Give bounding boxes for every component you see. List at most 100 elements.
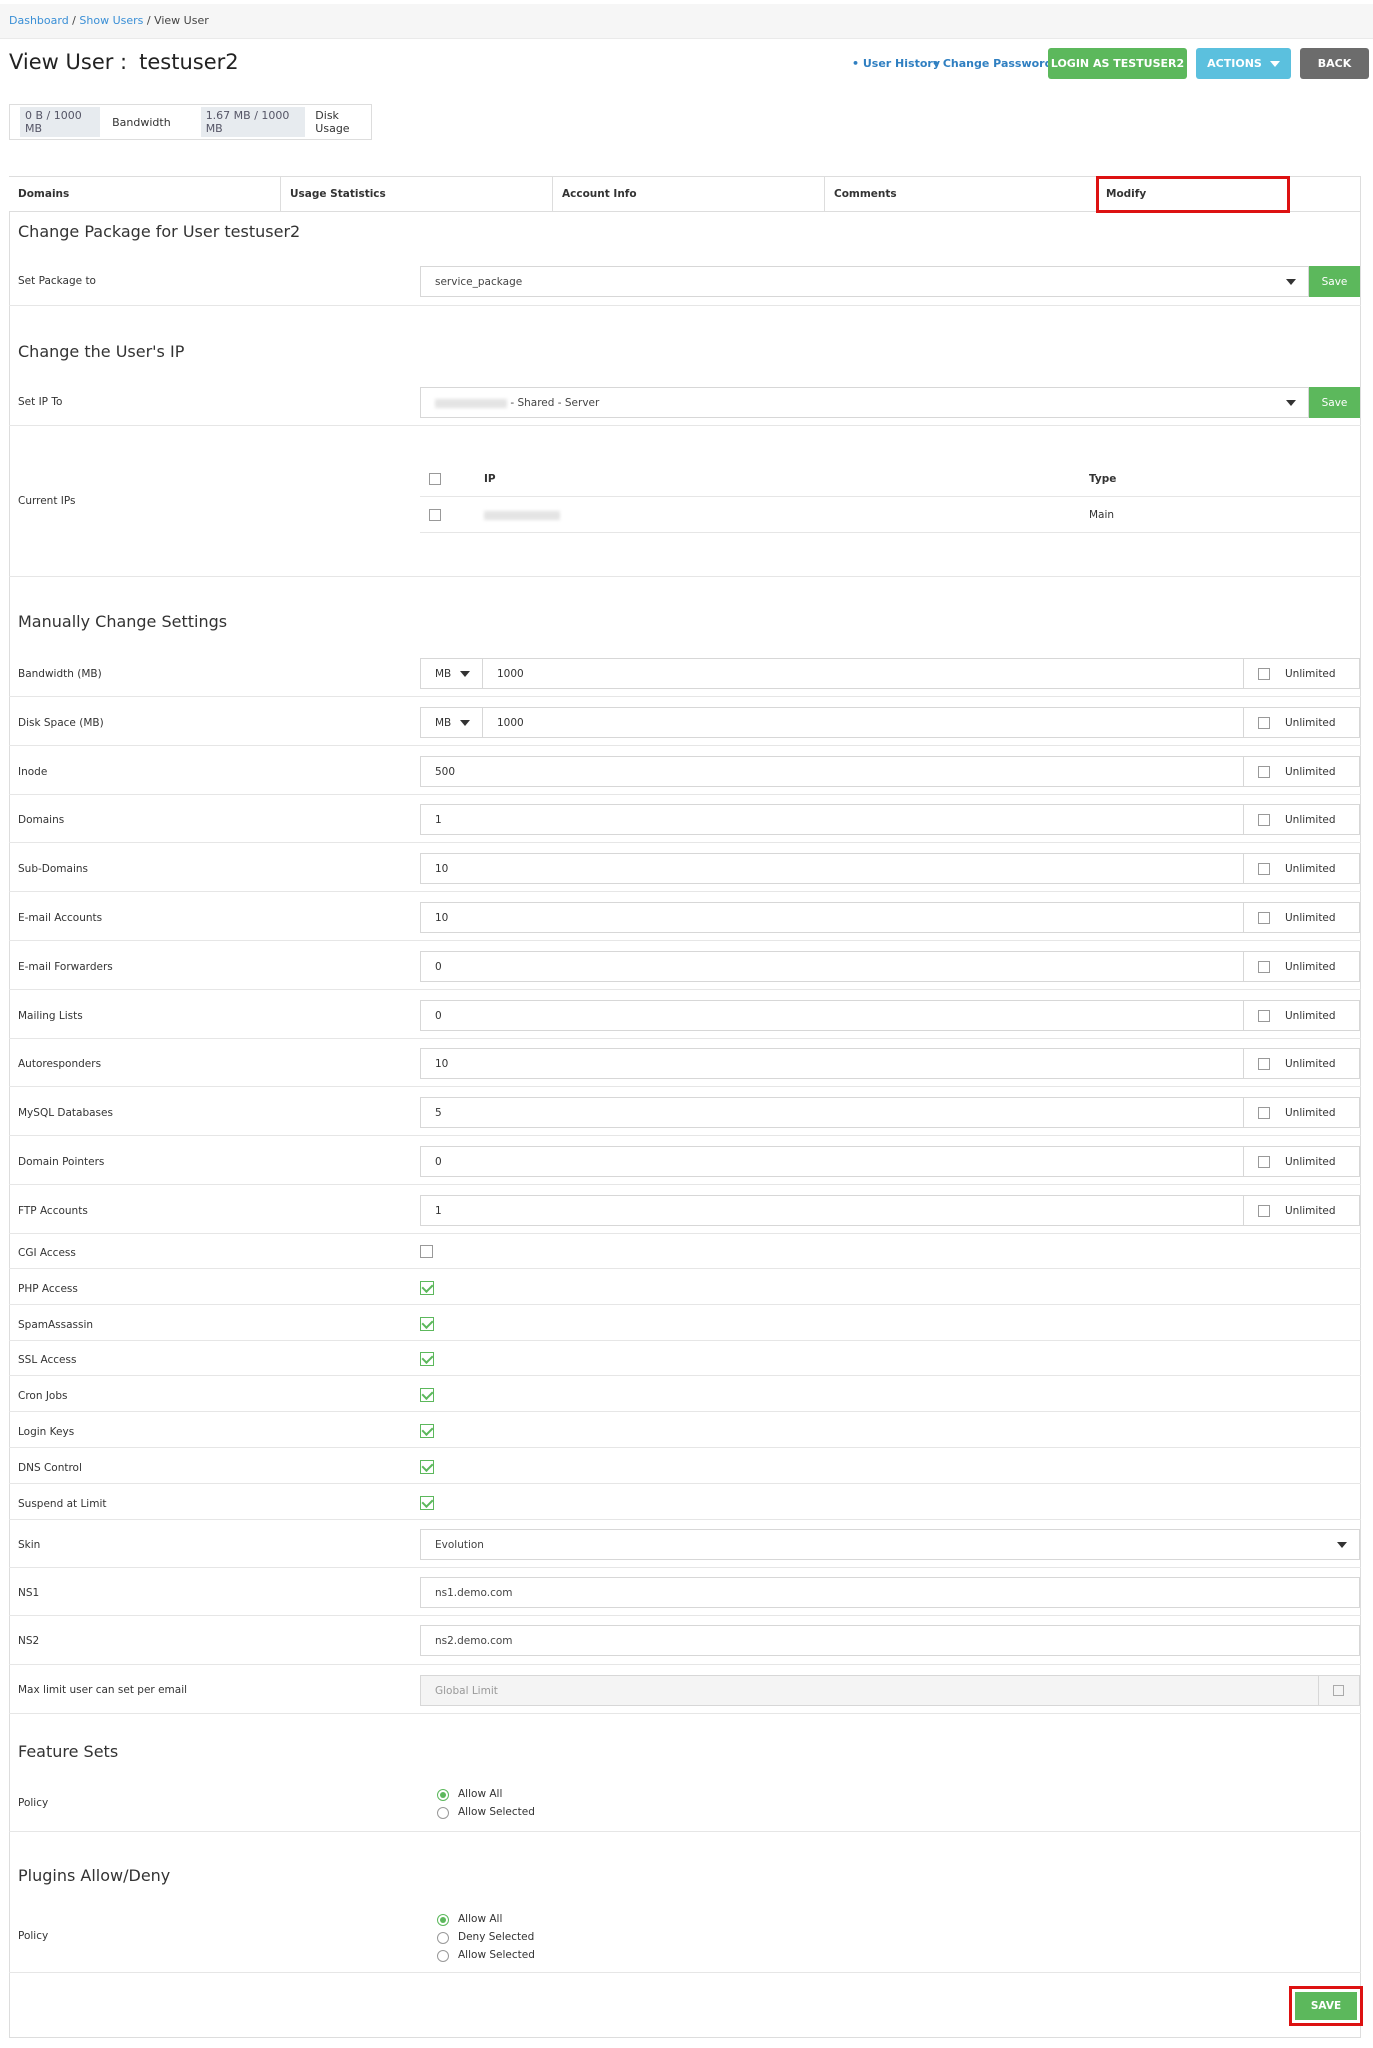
setting-value-input[interactable]: 1000 xyxy=(482,707,1244,738)
setting-value-input[interactable]: 10 xyxy=(420,1048,1244,1079)
unlimited-option[interactable]: Unlimited xyxy=(1244,1097,1360,1128)
checked-checkbox[interactable] xyxy=(420,1317,434,1331)
divider xyxy=(9,425,1361,426)
max-limit-label: Max limit user can set per email xyxy=(18,1684,188,1696)
unlimited-option[interactable]: Unlimited xyxy=(1244,804,1360,835)
unlimited-checkbox[interactable] xyxy=(1258,961,1270,973)
ip-row-type: Main xyxy=(1089,509,1115,521)
unlimited-checkbox[interactable] xyxy=(1258,766,1270,778)
unlimited-option[interactable]: Unlimited xyxy=(1244,853,1360,884)
setting-value-input[interactable]: 10 xyxy=(420,853,1244,884)
select-all-ips-checkbox[interactable] xyxy=(429,473,441,485)
unlimited-option[interactable]: Unlimited xyxy=(1244,756,1360,787)
unlimited-checkbox[interactable] xyxy=(1258,1107,1270,1119)
unlimited-checkbox[interactable] xyxy=(1258,912,1270,924)
back-button[interactable]: BACK xyxy=(1300,48,1369,79)
unlimited-checkbox[interactable] xyxy=(1258,1058,1270,1070)
tab-usage-statistics[interactable]: Usage Statistics xyxy=(281,177,553,211)
actions-button[interactable]: ACTIONS xyxy=(1196,48,1291,79)
skin-select[interactable]: Evolution xyxy=(420,1529,1360,1560)
setting-value-input[interactable]: 0 xyxy=(420,951,1244,982)
setting-value-input[interactable]: 0 xyxy=(420,1146,1244,1177)
feature-allow-selected-radio[interactable] xyxy=(437,1807,449,1819)
ip-heading: Change the User's IP xyxy=(18,342,185,361)
package-label: Set Package to xyxy=(18,275,96,287)
feature-allow-all-radio[interactable] xyxy=(437,1789,449,1801)
unlimited-checkbox[interactable] xyxy=(1258,1156,1270,1168)
plugins-allow-all-radio[interactable] xyxy=(437,1914,449,1926)
plugins-allow-all-label: Allow All xyxy=(458,1913,503,1925)
unlimited-checkbox[interactable] xyxy=(1258,863,1270,875)
unit-select[interactable]: MB xyxy=(420,658,482,689)
package-save-button[interactable]: Save xyxy=(1309,266,1360,297)
plugins-heading: Plugins Allow/Deny xyxy=(18,1866,171,1885)
chevron-down-icon xyxy=(1269,60,1280,67)
unlimited-option[interactable]: Unlimited xyxy=(1244,1146,1360,1177)
package-heading: Change Package for User testuser2 xyxy=(18,222,301,241)
setting-value-input[interactable]: 1 xyxy=(420,1195,1244,1226)
divider xyxy=(9,1567,1361,1568)
tab-domains[interactable]: Domains xyxy=(9,177,281,211)
setting-value-input[interactable]: 500 xyxy=(420,756,1244,787)
checked-checkbox[interactable] xyxy=(420,1496,434,1510)
save-button[interactable]: SAVE xyxy=(1295,1992,1357,2020)
divider xyxy=(9,891,1361,892)
access-label: Suspend at Limit xyxy=(18,1498,107,1510)
chevron-down-icon xyxy=(1337,1542,1347,1548)
setting-value-input[interactable]: 5 xyxy=(420,1097,1244,1128)
unlimited-checkbox[interactable] xyxy=(1258,1205,1270,1217)
tab-account-info[interactable]: Account Info xyxy=(553,177,825,211)
package-select[interactable]: service_package xyxy=(420,266,1309,297)
setting-value-input[interactable]: 1000 xyxy=(482,658,1244,689)
plugins-deny-selected-radio[interactable] xyxy=(437,1932,449,1944)
unlimited-checkbox[interactable] xyxy=(1258,1010,1270,1022)
ip-row-checkbox[interactable] xyxy=(429,509,441,521)
ip-select[interactable]: - Shared - Server xyxy=(420,387,1309,418)
checked-checkbox[interactable] xyxy=(420,1460,434,1474)
user-history-link[interactable]: • User History xyxy=(852,57,940,70)
divider xyxy=(9,1713,1361,1714)
checked-checkbox[interactable] xyxy=(420,1424,434,1438)
access-label: DNS Control xyxy=(18,1462,82,1474)
access-label: CGI Access xyxy=(18,1247,76,1259)
unlimited-option[interactable]: Unlimited xyxy=(1244,658,1360,689)
breadcrumb-show-users-link[interactable]: Show Users xyxy=(79,14,143,27)
plugins-allow-selected-radio[interactable] xyxy=(437,1950,449,1962)
disk-usage-value: 1.67 MB / 1000 MB xyxy=(200,107,306,137)
divider xyxy=(9,940,1361,941)
checked-checkbox[interactable] xyxy=(420,1281,434,1295)
unlimited-checkbox[interactable] xyxy=(1258,717,1270,729)
setting-value-input[interactable]: 1 xyxy=(420,804,1244,835)
change-password-link[interactable]: • Change Password xyxy=(932,57,1052,70)
unlimited-option[interactable]: Unlimited xyxy=(1244,951,1360,982)
setting-value-input[interactable]: 0 xyxy=(420,1000,1244,1031)
unlimited-checkbox[interactable] xyxy=(1258,668,1270,680)
divider xyxy=(9,1184,1361,1185)
unchecked-checkbox[interactable] xyxy=(420,1245,433,1258)
setting-label: Bandwidth (MB) xyxy=(18,668,102,680)
max-limit-input[interactable]: Global Limit xyxy=(420,1675,1360,1706)
setting-value-input[interactable]: 10 xyxy=(420,902,1244,933)
manual-settings-heading: Manually Change Settings xyxy=(18,612,228,631)
save-button-highlight: SAVE xyxy=(1289,1986,1363,2026)
breadcrumb-dashboard-link[interactable]: Dashboard xyxy=(9,14,69,27)
divider xyxy=(9,1411,1361,1412)
unlimited-checkbox[interactable] xyxy=(1258,814,1270,826)
ns1-input[interactable]: ns1.demo.com xyxy=(420,1577,1360,1608)
checked-checkbox[interactable] xyxy=(420,1352,434,1366)
unit-select[interactable]: MB xyxy=(420,707,482,738)
unlimited-option[interactable]: Unlimited xyxy=(1244,707,1360,738)
login-as-user-button[interactable]: LOGIN AS TESTUSER2 xyxy=(1048,48,1187,79)
access-label: Cron Jobs xyxy=(18,1390,68,1402)
checked-checkbox[interactable] xyxy=(420,1388,434,1402)
unlimited-option[interactable]: Unlimited xyxy=(1244,1195,1360,1226)
breadcrumb-current: View User xyxy=(154,14,209,27)
unlimited-option[interactable]: Unlimited xyxy=(1244,902,1360,933)
unlimited-option[interactable]: Unlimited xyxy=(1244,1000,1360,1031)
ns2-input[interactable]: ns2.demo.com xyxy=(420,1625,1360,1656)
ip-save-button[interactable]: Save xyxy=(1309,387,1360,418)
tab-comments[interactable]: Comments xyxy=(825,177,1097,211)
divider xyxy=(9,1038,1361,1039)
expand-icon[interactable] xyxy=(1318,1675,1360,1706)
unlimited-option[interactable]: Unlimited xyxy=(1244,1048,1360,1079)
